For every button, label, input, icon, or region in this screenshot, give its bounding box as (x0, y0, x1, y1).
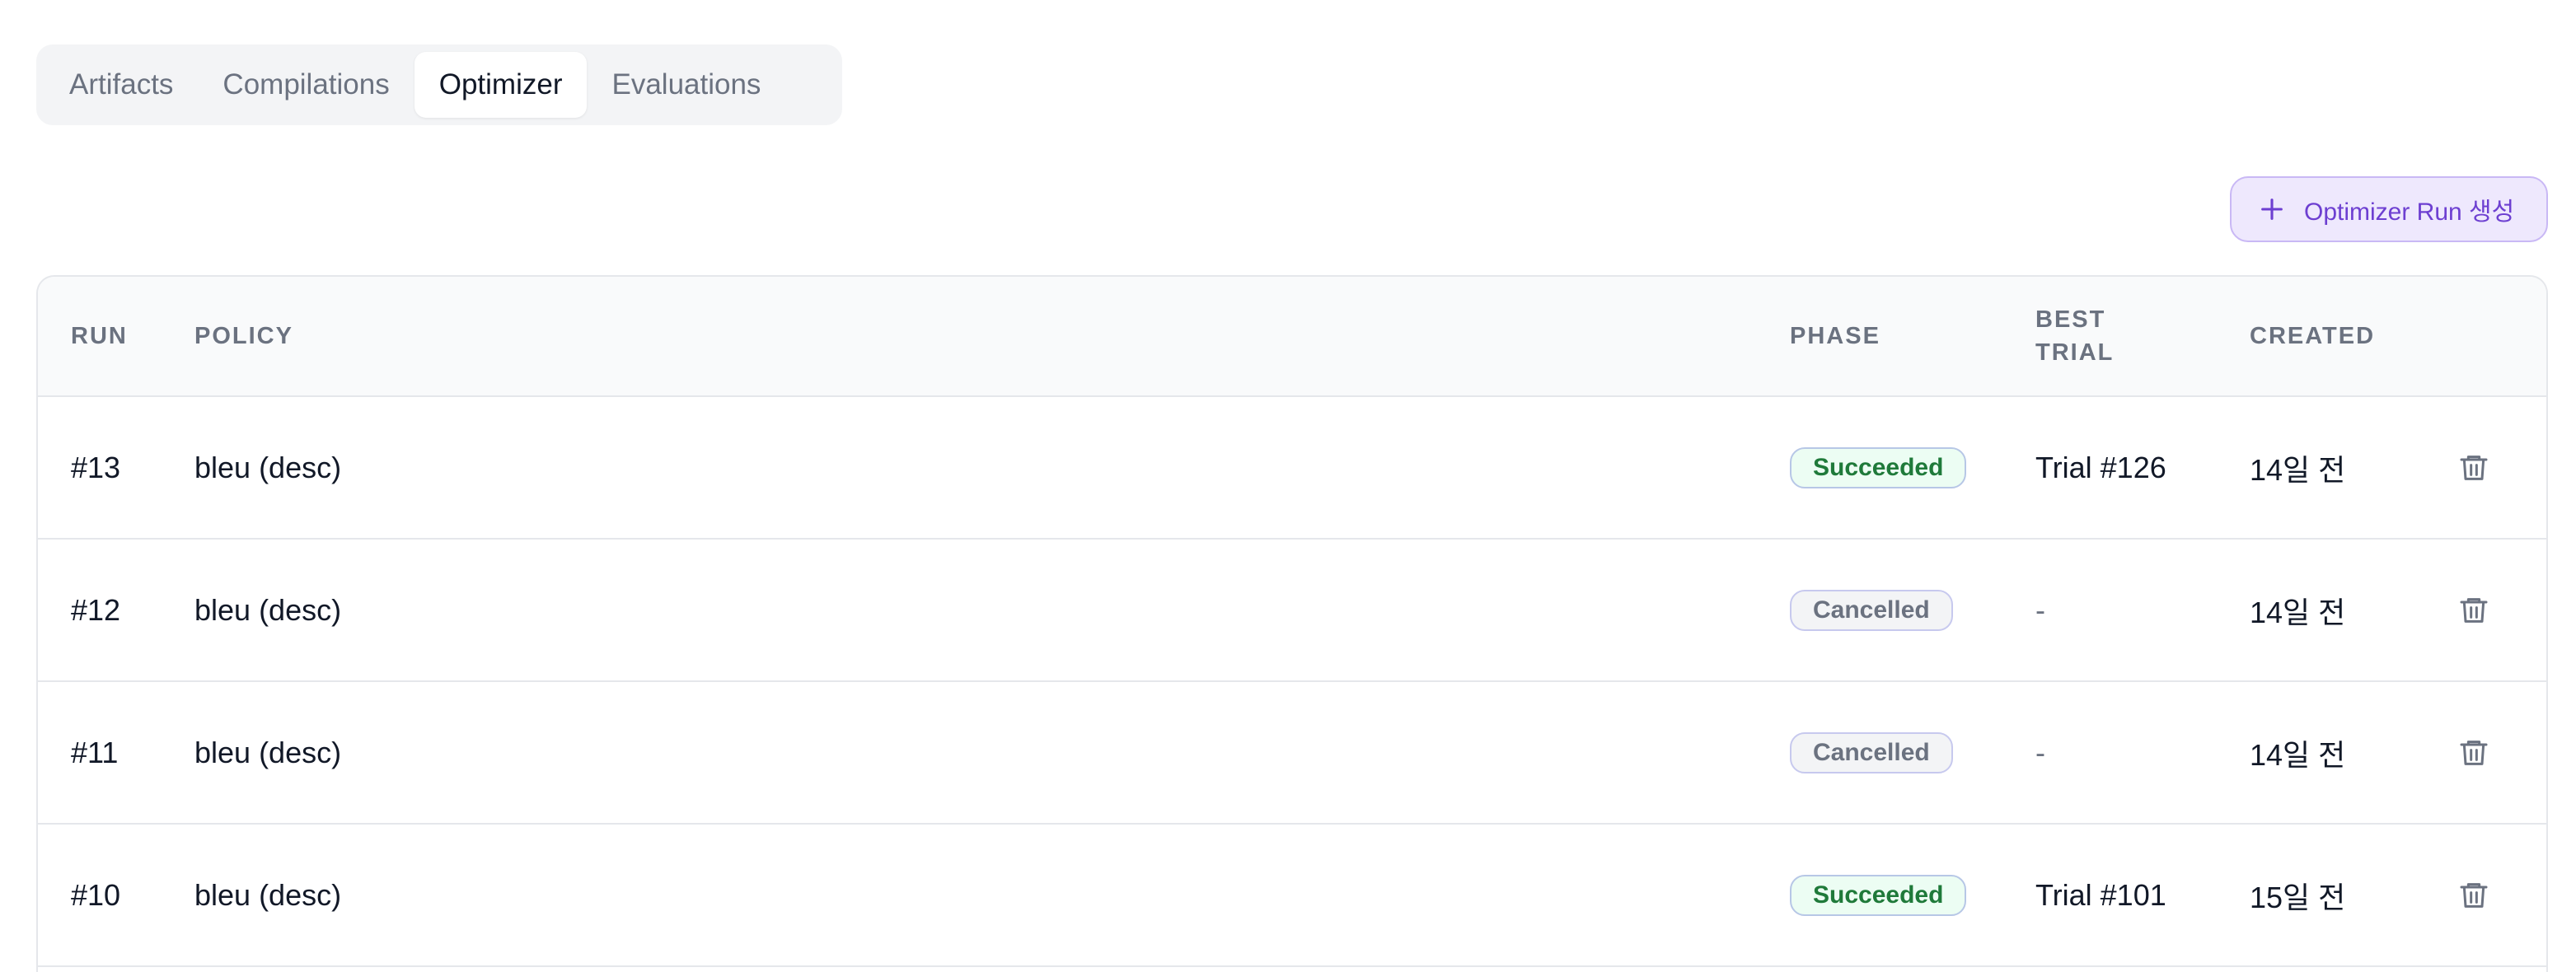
status-badge: Cancelled (1790, 589, 1953, 631)
run-id: #12 (71, 592, 121, 627)
best-trial: - (2035, 592, 2045, 627)
status-badge: Cancelled (1790, 731, 1953, 773)
tab-compilations[interactable]: Compilations (198, 52, 414, 118)
header-best-trial: BEST TRIAL (2035, 277, 2114, 395)
best-trial: Trial #126 (2035, 450, 2166, 484)
created: 14일 전 (2250, 595, 2346, 629)
header-run: RUN (71, 323, 128, 349)
header-best-trial-line2: TRIAL (2035, 339, 2115, 366)
tab-optimizer[interactable]: Optimizer (414, 52, 588, 118)
table-row[interactable]: #11 bleu (desc) Cancelled - 14일 전 (38, 682, 2546, 825)
header-phase: PHASE (1790, 323, 1880, 349)
create-optimizer-run-label: Optimizer Run 생성 (2304, 199, 2515, 226)
best-trial: Trial #101 (2035, 877, 2166, 912)
table-header: RUN POLICY PHASE BEST TRIAL CREATED (38, 277, 2546, 397)
best-trial: - (2035, 735, 2045, 769)
trash-icon[interactable] (2457, 736, 2490, 769)
action-cell (2457, 397, 2490, 538)
tab-artifacts[interactable]: Artifacts (44, 52, 198, 118)
action-cell (2457, 682, 2490, 823)
trash-icon[interactable] (2457, 594, 2490, 627)
tab-bar: Artifacts Compilations Optimizer Evaluat… (36, 44, 842, 125)
policy: bleu (desc) (194, 592, 342, 627)
phase-cell: Succeeded (1790, 825, 1967, 965)
run-id: #10 (71, 877, 121, 912)
policy: bleu (desc) (194, 877, 342, 912)
phase-cell: Succeeded (1790, 397, 1967, 538)
policy: bleu (desc) (194, 735, 342, 769)
run-id: #11 (71, 735, 119, 769)
page: Artifacts Compilations Optimizer Evaluat… (0, 0, 2576, 972)
trash-icon[interactable] (2457, 451, 2490, 484)
phase-cell: Cancelled (1790, 682, 1953, 823)
table-row[interactable]: #10 bleu (desc) Succeeded Trial #101 15일… (38, 825, 2546, 967)
table-row[interactable]: #13 bleu (desc) Succeeded Trial #126 14일… (38, 397, 2546, 540)
created: 14일 전 (2250, 737, 2346, 772)
table-row[interactable]: #12 bleu (desc) Cancelled - 14일 전 (38, 540, 2546, 682)
create-optimizer-run-button[interactable]: Optimizer Run 생성 (2230, 176, 2548, 242)
trash-icon[interactable] (2457, 879, 2490, 912)
status-badge: Succeeded (1790, 446, 1967, 488)
header-policy: POLICY (194, 323, 293, 349)
status-badge: Succeeded (1790, 874, 1967, 916)
phase-cell: Cancelled (1790, 540, 1953, 680)
plus-icon (2258, 195, 2286, 223)
created: 14일 전 (2250, 452, 2346, 487)
optimizer-runs-table: RUN POLICY PHASE BEST TRIAL CREATED #13 … (36, 275, 2548, 972)
header-created: CREATED (2250, 323, 2376, 349)
policy: bleu (desc) (194, 450, 342, 484)
run-id: #13 (71, 450, 121, 484)
tab-evaluations[interactable]: Evaluations (587, 52, 785, 118)
action-cell (2457, 540, 2490, 680)
header-best-trial-line1: BEST (2035, 306, 2106, 333)
created: 15일 전 (2250, 880, 2346, 914)
action-cell (2457, 825, 2490, 965)
